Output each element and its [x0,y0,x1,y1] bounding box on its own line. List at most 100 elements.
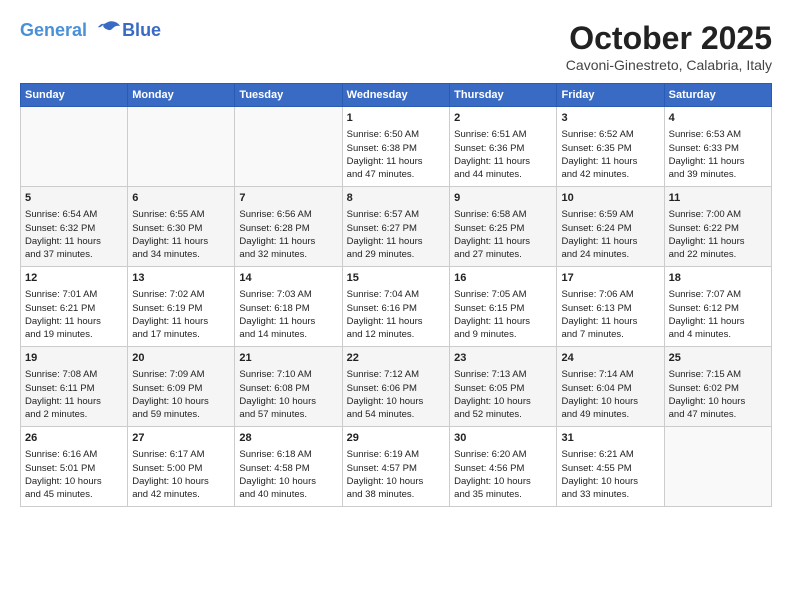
cell-content-line: and 9 minutes. [454,328,552,341]
cell-content-line: and 54 minutes. [347,408,445,421]
day-number: 2 [454,111,552,126]
cell-content-line: Sunset: 6:22 PM [669,222,767,235]
cell-content-line: Sunrise: 6:50 AM [347,128,445,141]
calendar-week-row: 5Sunrise: 6:54 AMSunset: 6:32 PMDaylight… [21,187,772,267]
cell-content-line: Daylight: 11 hours [239,315,337,328]
cell-content-line: Daylight: 10 hours [25,475,123,488]
calendar-cell: 4Sunrise: 6:53 AMSunset: 6:33 PMDaylight… [664,107,771,187]
logo-text-blue: Blue [122,20,161,41]
cell-content-line: Daylight: 11 hours [454,155,552,168]
calendar-cell: 31Sunrise: 6:21 AMSunset: 4:55 PMDayligh… [557,427,664,507]
cell-content-line: Sunrise: 6:56 AM [239,208,337,221]
day-number: 10 [561,191,659,206]
day-number: 29 [347,431,445,446]
page-header: General Blue October 2025 Cavoni-Ginestr… [20,20,772,73]
header-monday: Monday [128,84,235,107]
cell-content-line: and 45 minutes. [25,488,123,501]
cell-content-line: Sunset: 6:32 PM [25,222,123,235]
cell-content-line: Daylight: 10 hours [347,395,445,408]
calendar-cell: 9Sunrise: 6:58 AMSunset: 6:25 PMDaylight… [450,187,557,267]
title-block: October 2025 Cavoni-Ginestreto, Calabria… [566,20,772,73]
cell-content-line: and 57 minutes. [239,408,337,421]
calendar-cell: 1Sunrise: 6:50 AMSunset: 6:38 PMDaylight… [342,107,449,187]
cell-content-line: Sunset: 6:08 PM [239,382,337,395]
cell-content-line: Daylight: 11 hours [132,235,230,248]
calendar-cell: 6Sunrise: 6:55 AMSunset: 6:30 PMDaylight… [128,187,235,267]
day-number: 11 [669,191,767,206]
day-number: 12 [25,271,123,286]
calendar-cell: 16Sunrise: 7:05 AMSunset: 6:15 PMDayligh… [450,267,557,347]
calendar-cell [235,107,342,187]
cell-content-line: Daylight: 11 hours [454,315,552,328]
day-number: 23 [454,351,552,366]
header-wednesday: Wednesday [342,84,449,107]
header-sunday: Sunday [21,84,128,107]
cell-content-line: and 47 minutes. [347,168,445,181]
cell-content-line: Sunrise: 6:52 AM [561,128,659,141]
cell-content-line: and 59 minutes. [132,408,230,421]
cell-content-line: Sunrise: 7:03 AM [239,288,337,301]
calendar-cell: 27Sunrise: 6:17 AMSunset: 5:00 PMDayligh… [128,427,235,507]
cell-content-line: Sunset: 6:28 PM [239,222,337,235]
calendar-cell: 28Sunrise: 6:18 AMSunset: 4:58 PMDayligh… [235,427,342,507]
cell-content-line: Daylight: 11 hours [561,155,659,168]
cell-content-line: Daylight: 10 hours [239,395,337,408]
day-number: 14 [239,271,337,286]
cell-content-line: and 42 minutes. [561,168,659,181]
cell-content-line: Sunset: 6:13 PM [561,302,659,315]
cell-content-line: Sunrise: 6:19 AM [347,448,445,461]
calendar-header-row: Sunday Monday Tuesday Wednesday Thursday… [21,84,772,107]
calendar-week-row: 1Sunrise: 6:50 AMSunset: 6:38 PMDaylight… [21,107,772,187]
cell-content-line: Sunset: 6:12 PM [669,302,767,315]
cell-content-line: Sunrise: 7:00 AM [669,208,767,221]
logo-text-general: General [20,20,87,40]
day-number: 3 [561,111,659,126]
logo-bird-icon [94,20,122,42]
cell-content-line: and 19 minutes. [25,328,123,341]
calendar-cell: 24Sunrise: 7:14 AMSunset: 6:04 PMDayligh… [557,347,664,427]
cell-content-line: and 7 minutes. [561,328,659,341]
cell-content-line: Sunset: 6:24 PM [561,222,659,235]
cell-content-line: and 32 minutes. [239,248,337,261]
cell-content-line: Sunrise: 6:53 AM [669,128,767,141]
cell-content-line: Sunset: 5:00 PM [132,462,230,475]
day-number: 17 [561,271,659,286]
header-tuesday: Tuesday [235,84,342,107]
calendar-cell: 23Sunrise: 7:13 AMSunset: 6:05 PMDayligh… [450,347,557,427]
cell-content-line: and 14 minutes. [239,328,337,341]
day-number: 16 [454,271,552,286]
calendar-cell: 25Sunrise: 7:15 AMSunset: 6:02 PMDayligh… [664,347,771,427]
cell-content-line: Daylight: 11 hours [25,315,123,328]
cell-content-line: and 34 minutes. [132,248,230,261]
cell-content-line: and 44 minutes. [454,168,552,181]
header-saturday: Saturday [664,84,771,107]
day-number: 7 [239,191,337,206]
cell-content-line: Daylight: 11 hours [347,315,445,328]
cell-content-line: Sunrise: 7:10 AM [239,368,337,381]
cell-content-line: Sunset: 6:25 PM [454,222,552,235]
day-number: 25 [669,351,767,366]
calendar-week-row: 19Sunrise: 7:08 AMSunset: 6:11 PMDayligh… [21,347,772,427]
cell-content-line: Sunset: 6:33 PM [669,142,767,155]
cell-content-line: and 17 minutes. [132,328,230,341]
cell-content-line: Daylight: 10 hours [239,475,337,488]
cell-content-line: Sunrise: 7:01 AM [25,288,123,301]
day-number: 21 [239,351,337,366]
day-number: 13 [132,271,230,286]
calendar-cell: 13Sunrise: 7:02 AMSunset: 6:19 PMDayligh… [128,267,235,347]
cell-content-line: Sunset: 6:06 PM [347,382,445,395]
cell-content-line: Daylight: 10 hours [561,475,659,488]
cell-content-line: and 49 minutes. [561,408,659,421]
cell-content-line: Sunrise: 6:21 AM [561,448,659,461]
cell-content-line: Daylight: 10 hours [347,475,445,488]
cell-content-line: and 27 minutes. [454,248,552,261]
cell-content-line: Sunrise: 6:58 AM [454,208,552,221]
cell-content-line: Daylight: 11 hours [25,235,123,248]
day-number: 24 [561,351,659,366]
cell-content-line: Sunrise: 7:06 AM [561,288,659,301]
day-number: 31 [561,431,659,446]
day-number: 19 [25,351,123,366]
cell-content-line: Sunset: 5:01 PM [25,462,123,475]
cell-content-line: and 12 minutes. [347,328,445,341]
day-number: 15 [347,271,445,286]
